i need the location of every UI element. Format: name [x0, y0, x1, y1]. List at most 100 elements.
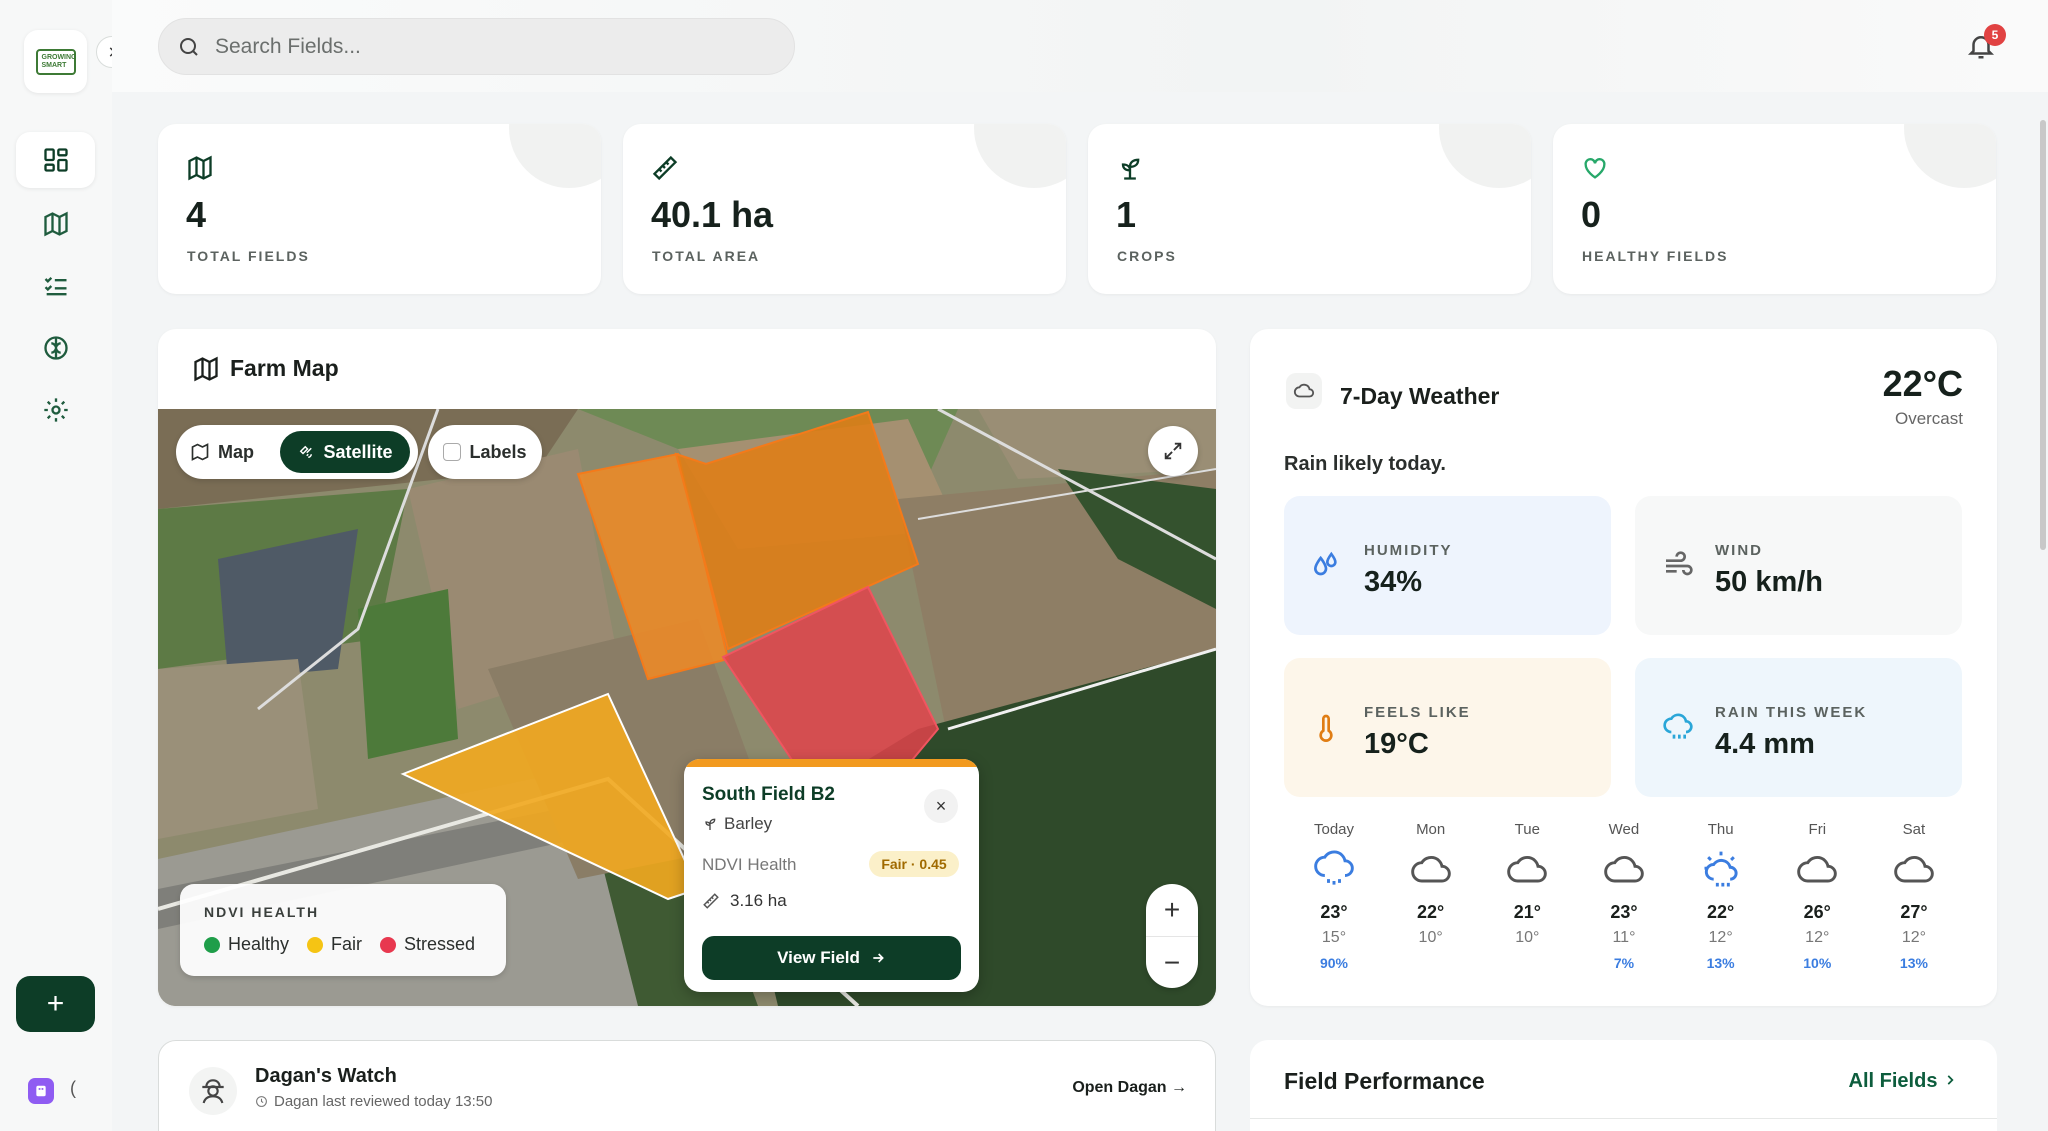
cloud-icon	[1293, 383, 1315, 398]
metric-label: RAIN THIS WEEK	[1715, 704, 1868, 721]
day-high: 23°	[1320, 902, 1348, 922]
popup-field-name: South Field B2	[702, 784, 835, 805]
farm-map-title: Farm Map	[230, 355, 339, 381]
day-rain-chance: 13%	[1899, 955, 1928, 971]
sidebar: GROWING SMART + (	[0, 0, 128, 1131]
ndvi-legend: NDVI HEALTH Healthy Fair Stressed	[180, 884, 506, 976]
day-high: 26°	[1803, 902, 1831, 922]
farm-map-card: Farm Map Map Satellite Labels NDVI HEALT…	[158, 329, 1216, 1006]
forecast-day-thu: Thu 22° 12° 13%	[1677, 821, 1765, 991]
cloud-icon	[1894, 855, 1934, 883]
open-dagan-link[interactable]: Open Dagan →	[1072, 1079, 1187, 1097]
sidebar-item-settings[interactable]	[16, 382, 95, 438]
zoom-out-button[interactable]: −	[1146, 936, 1198, 988]
search-icon	[180, 38, 198, 56]
cloud-icon	[1797, 855, 1838, 883]
close-icon: ×	[935, 795, 947, 816]
legend-label: Fair	[331, 934, 363, 954]
sprout-icon	[1121, 158, 1140, 180]
zoom-controls: + −	[1146, 884, 1198, 988]
checklist-icon	[44, 277, 66, 296]
stat-label: HEALTHY FIELDS	[1582, 248, 1729, 264]
cloud-icon	[1604, 855, 1644, 883]
fullscreen-button[interactable]	[1148, 426, 1198, 476]
field-performance-title: Field Performance	[1284, 1068, 1485, 1094]
legend-label: Stressed	[404, 934, 476, 954]
map-view-toggle: Map Satellite	[176, 425, 418, 479]
sidebar-item-ai[interactable]	[16, 320, 95, 376]
app-logo[interactable]: GROWING SMART	[24, 30, 87, 93]
day-rain-chance: 13%	[1706, 955, 1735, 971]
metric-feels-like: FEELS LIKE 19°C	[1284, 658, 1611, 797]
sidebar-item-map[interactable]	[16, 196, 95, 252]
popup-area: 3.16 ha	[702, 891, 787, 911]
map-icon	[194, 356, 218, 382]
view-field-button[interactable]: View Field	[702, 936, 961, 980]
droplets-icon	[1313, 551, 1337, 576]
forecast-day-today: Today 23° 15° 90%	[1290, 821, 1378, 991]
weather-card: 7-Day Weather 22°C Overcast Rain likely …	[1250, 329, 1997, 1006]
popup-crop: Barley	[702, 814, 772, 834]
farmer-avatar-icon	[202, 1079, 224, 1104]
sidebar-item-dashboard[interactable]	[16, 132, 95, 188]
satellite-view-label: Satellite	[323, 441, 393, 462]
current-condition: Overcast	[1894, 409, 1963, 428]
day-name: Fri	[1808, 821, 1827, 838]
day-name: Wed	[1608, 821, 1640, 838]
legend-item-healthy: Healthy	[204, 934, 289, 955]
forecast-day-wed: Wed 23° 11° 7%	[1580, 821, 1668, 991]
satellite-view-button[interactable]: Satellite	[280, 431, 410, 473]
search-input[interactable]: Search Fields...	[158, 18, 795, 75]
map-view-button[interactable]: Map	[190, 425, 254, 479]
day-rain-chance: 90%	[1319, 955, 1349, 971]
all-fields-link[interactable]: All Fields	[1849, 1070, 1957, 1093]
day-name: Tue	[1514, 821, 1540, 838]
legend-item-stressed: Stressed	[380, 934, 475, 955]
day-low: 10°	[1515, 929, 1540, 946]
logo-text-line2: SMART	[41, 61, 67, 69]
current-temperature: 22°C	[1882, 363, 1963, 404]
thermometer-icon	[1319, 714, 1333, 742]
day-low: 12°	[1708, 929, 1733, 946]
day-high: 22°	[1707, 902, 1735, 922]
field-popup: South Field B2 × Barley NDVI Health Fair…	[684, 759, 979, 992]
chevron-left-icon[interactable]: (	[70, 1078, 76, 1099]
day-low: 12°	[1901, 929, 1927, 946]
map-icon	[188, 155, 212, 181]
heart-icon	[1584, 158, 1606, 179]
cloud-rain-icon	[1314, 850, 1354, 885]
day-high: 21°	[1513, 902, 1541, 922]
healthy-dot	[204, 936, 220, 953]
weather-title: 7-Day Weather	[1340, 383, 1500, 409]
page-scrollbar[interactable]	[2040, 120, 2046, 550]
fair-dot	[307, 936, 324, 953]
satellite-icon	[300, 445, 313, 458]
stressed-dot	[380, 936, 397, 953]
forecast-day-sat: Sat 27° 12° 13%	[1870, 821, 1958, 991]
map-icon	[43, 211, 68, 237]
zoom-in-button[interactable]: +	[1146, 884, 1198, 936]
day-low: 10°	[1418, 929, 1443, 946]
metric-label: FEELS LIKE	[1364, 704, 1471, 721]
avatar	[189, 1067, 237, 1115]
watch-title: Dagan's Watch	[255, 1065, 397, 1087]
day-high: 23°	[1610, 902, 1638, 922]
metric-rain-week: RAIN THIS WEEK 4.4 mm	[1635, 658, 1962, 797]
popup-ndvi-label: NDVI Health	[702, 855, 797, 874]
popup-area-value: 3.16 ha	[730, 891, 787, 910]
day-name: Mon	[1416, 821, 1446, 838]
labels-toggle[interactable]: Labels	[428, 425, 542, 479]
add-button[interactable]: +	[16, 976, 95, 1032]
popup-close-button[interactable]: ×	[924, 789, 958, 823]
app-switcher-button[interactable]	[28, 1078, 54, 1104]
labels-checkbox[interactable]	[443, 443, 462, 461]
metric-value: 50 km/h	[1715, 566, 1823, 598]
day-rain-chance	[1483, 955, 1571, 971]
notification-badge: 5	[1984, 24, 2006, 46]
sidebar-item-tasks[interactable]	[16, 258, 95, 314]
stat-card-crops: 1 CROPS	[1088, 124, 1531, 294]
forecast-day-fri: Fri 26° 12° 10%	[1773, 821, 1861, 991]
logo-text-line1: GROWING	[41, 53, 77, 61]
wind-icon	[1666, 551, 1693, 576]
card-decoration	[1904, 124, 1996, 188]
